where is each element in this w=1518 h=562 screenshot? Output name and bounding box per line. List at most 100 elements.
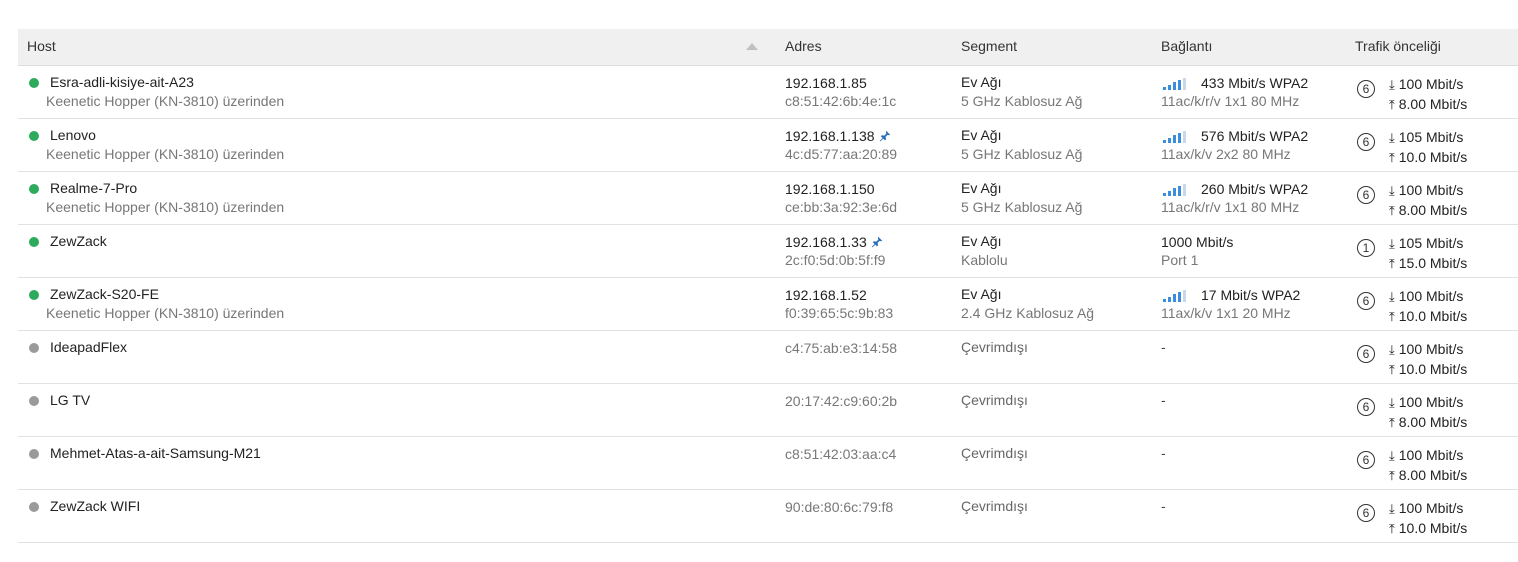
priority-cell[interactable]: 6 ⤓ 100 Mbit/s ⤒ 8.00 Mbit/s (1355, 66, 1515, 118)
ip-address: 192.168.1.150 (785, 181, 875, 197)
priority-level-icon[interactable]: 6 (1357, 451, 1375, 469)
status-online-icon (29, 237, 39, 247)
segment-name: Çevrimdışı (961, 445, 1028, 461)
connection-cell: - (1161, 384, 1351, 436)
connection-cell: 1000 Mbit/s Port 1 (1161, 225, 1351, 277)
priority-level-icon[interactable]: 6 (1357, 398, 1375, 416)
arrow-up-icon: ⤒ (1389, 415, 1395, 430)
link-speed: 576 Mbit/s WPA2 (1201, 128, 1309, 144)
host-name[interactable]: IdeapadFlex (50, 339, 127, 355)
host-name[interactable]: Esra-adli-kisiye-ait-A23 (50, 74, 194, 90)
ip-address: 192.168.1.138 (785, 128, 891, 145)
segment-name: Çevrimdışı (961, 498, 1028, 514)
host-cell: ZewZack-S20-FE Keenetic Hopper (KN-3810) … (18, 278, 758, 330)
connection-cell: 576 Mbit/s WPA2 11ax/k/v 2x2 80 MHz (1161, 119, 1351, 171)
download-limit: ⤓ 100 Mbit/s (1389, 500, 1464, 516)
priority-level-icon[interactable]: 6 (1357, 345, 1375, 363)
priority-level-icon[interactable]: 6 (1357, 292, 1375, 310)
link-detail: 11ax/k/v 2x2 80 MHz (1161, 146, 1291, 162)
arrow-up-icon: ⤒ (1389, 97, 1395, 112)
sort-ascending-icon[interactable] (746, 43, 758, 50)
upload-limit: ⤒ 10.0 Mbit/s (1389, 520, 1468, 536)
priority-level-icon[interactable]: 6 (1357, 133, 1375, 151)
table-row[interactable]: Lenovo Keenetic Hopper (KN-3810) üzerinde… (18, 119, 1518, 172)
host-cell: Lenovo Keenetic Hopper (KN-3810) üzerinde… (18, 119, 758, 171)
host-name[interactable]: Lenovo (50, 127, 96, 143)
host-name[interactable]: Mehmet-Atas-a-ait-Samsung-M21 (50, 445, 261, 461)
status-offline-icon (29, 396, 39, 406)
pin-icon (871, 235, 883, 251)
priority-cell[interactable]: 6 ⤓ 100 Mbit/s ⤒ 8.00 Mbit/s (1355, 437, 1515, 489)
header-connection[interactable]: Bağlantı (1161, 38, 1212, 54)
mac-address: c4:75:ab:e3:14:58 (785, 340, 898, 356)
mac-address: 90:de:80:6c:79:f8 (785, 499, 894, 515)
link-speed: 260 Mbit/s WPA2 (1201, 181, 1309, 197)
arrow-down-icon: ⤓ (1389, 289, 1395, 304)
arrow-up-icon: ⤒ (1389, 150, 1395, 165)
download-limit: ⤓ 100 Mbit/s (1389, 341, 1464, 357)
host-name[interactable]: ZewZack WIFI (50, 498, 140, 514)
upload-limit: ⤒ 8.00 Mbit/s (1389, 96, 1468, 112)
table-row[interactable]: ZewZack-S20-FE Keenetic Hopper (KN-3810) … (18, 278, 1518, 331)
priority-cell[interactable]: 6 ⤓ 105 Mbit/s ⤒ 10.0 Mbit/s (1355, 119, 1515, 171)
arrow-down-icon: ⤓ (1389, 77, 1395, 92)
arrow-down-icon: ⤓ (1389, 236, 1395, 251)
address-cell: 192.168.1.33 2c:f0:5d:0b:5f:f9 (785, 225, 955, 277)
priority-cell[interactable]: 1 ⤓ 105 Mbit/s ⤒ 15.0 Mbit/s (1355, 225, 1515, 277)
segment-detail: 5 GHz Kablosuz Ağ (961, 93, 1083, 109)
priority-level-icon[interactable]: 1 (1357, 239, 1375, 257)
priority-cell[interactable]: 6 ⤓ 100 Mbit/s ⤒ 8.00 Mbit/s (1355, 172, 1515, 224)
upload-limit: ⤒ 15.0 Mbit/s (1389, 255, 1468, 271)
status-online-icon (29, 78, 39, 88)
address-cell: c4:75:ab:e3:14:58 (785, 331, 955, 383)
priority-cell[interactable]: 6 ⤓ 100 Mbit/s ⤒ 10.0 Mbit/s (1355, 490, 1515, 542)
connection-cell: - (1161, 437, 1351, 489)
address-cell: 192.168.1.150 ce:bb:3a:92:3e:6d (785, 172, 955, 224)
table-row[interactable]: LG TV 20:17:42:c9:60:2b Çevrimdışı - 6 ⤓ 100 M… (18, 384, 1518, 437)
segment-name: Ev Ağı (961, 127, 1002, 143)
priority-level-icon[interactable]: 6 (1357, 80, 1375, 98)
priority-level-icon[interactable]: 6 (1357, 186, 1375, 204)
table-row[interactable]: ZewZack WIFI 90:de:80:6c:79:f8 Çevrimdışı -… (18, 490, 1518, 543)
table-row[interactable]: ZewZack 192.168.1.33 2c:f0:5d:0b:5f:f9 Ev A… (18, 225, 1518, 278)
host-cell: LG TV (18, 384, 758, 436)
header-host[interactable]: Host (27, 38, 56, 54)
upload-limit: ⤒ 8.00 Mbit/s (1389, 202, 1468, 218)
segment-cell: Ev Ağı Kablolu (961, 225, 1151, 277)
host-name[interactable]: ZewZack (50, 233, 107, 249)
host-name[interactable]: Realme-7-Pro (50, 180, 137, 196)
header-address[interactable]: Adres (785, 38, 822, 54)
ip-address: 192.168.1.52 (785, 287, 867, 303)
status-online-icon (29, 290, 39, 300)
link-detail: Port 1 (1161, 252, 1199, 268)
priority-cell[interactable]: 6 ⤓ 100 Mbit/s ⤒ 10.0 Mbit/s (1355, 331, 1515, 383)
arrow-down-icon: ⤓ (1389, 342, 1395, 357)
priority-cell[interactable]: 6 ⤓ 100 Mbit/s ⤒ 10.0 Mbit/s (1355, 278, 1515, 330)
upload-limit: ⤒ 10.0 Mbit/s (1389, 308, 1468, 324)
header-segment[interactable]: Segment (961, 38, 1017, 54)
mac-address: c8:51:42:03:aa:c4 (785, 446, 897, 462)
status-offline-icon (29, 449, 39, 459)
table-row[interactable]: Esra-adli-kisiye-ait-A23 Keenetic Hopper … (18, 66, 1518, 119)
table-row[interactable]: Mehmet-Atas-a-ait-Samsung-M21 c8:51:42:03… (18, 437, 1518, 490)
host-name[interactable]: ZewZack-S20-FE (50, 286, 159, 302)
address-cell: 20:17:42:c9:60:2b (785, 384, 955, 436)
segment-detail: 5 GHz Kablosuz Ağ (961, 199, 1083, 215)
table-row[interactable]: IdeapadFlex c4:75:ab:e3:14:58 Çevrimdışı - 6… (18, 331, 1518, 384)
segment-name: Çevrimdışı (961, 392, 1028, 408)
arrow-up-icon: ⤒ (1389, 309, 1395, 324)
host-cell: Esra-adli-kisiye-ait-A23 Keenetic Hopper … (18, 66, 758, 118)
host-name[interactable]: LG TV (50, 392, 90, 408)
mac-address: f0:39:65:5c:9b:83 (785, 305, 894, 321)
status-offline-icon (29, 502, 39, 512)
table-row[interactable]: Realme-7-Pro Keenetic Hopper (KN-3810) üz… (18, 172, 1518, 225)
address-cell: c8:51:42:03:aa:c4 (785, 437, 955, 489)
segment-cell: Ev Ağı 2.4 GHz Kablosuz Ağ (961, 278, 1151, 330)
priority-cell[interactable]: 6 ⤓ 100 Mbit/s ⤒ 8.00 Mbit/s (1355, 384, 1515, 436)
connection-cell: 260 Mbit/s WPA2 11ac/k/r/v 1x1 80 MHz (1161, 172, 1351, 224)
table-header: Host Adres Segment Bağlantı Trafik öncel… (18, 29, 1518, 66)
priority-level-icon[interactable]: 6 (1357, 504, 1375, 522)
connection-cell: 433 Mbit/s WPA2 11ac/k/r/v 1x1 80 MHz (1161, 66, 1351, 118)
header-traffic-priority[interactable]: Trafik önceliği (1355, 38, 1441, 54)
host-cell: ZewZack (18, 225, 758, 277)
